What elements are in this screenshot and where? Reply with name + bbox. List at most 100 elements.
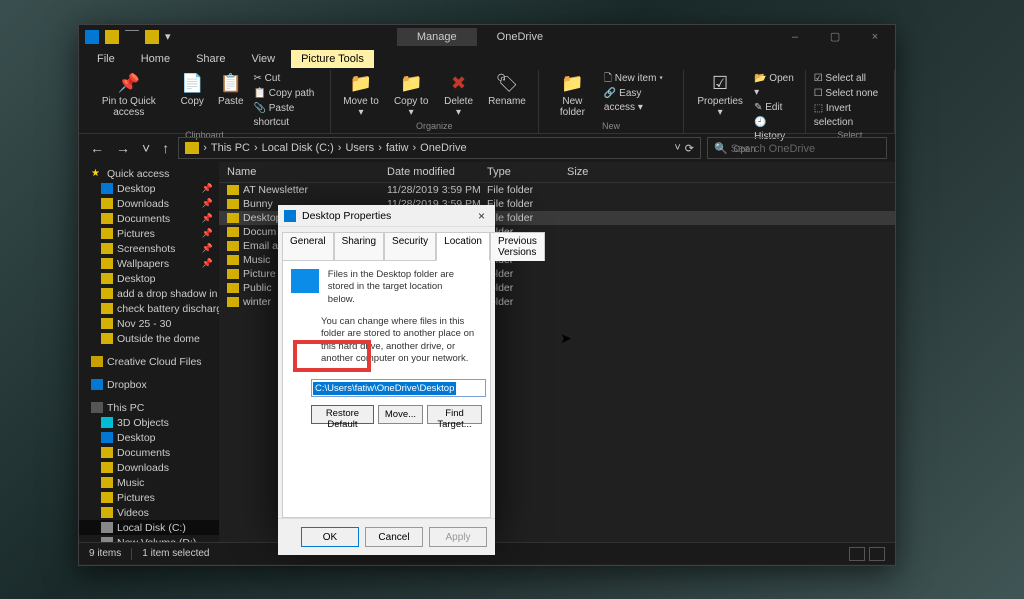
new-item-button[interactable]: 🗋 New item ▾ bbox=[604, 72, 675, 86]
move-to-button[interactable]: 📁Move to ▾ bbox=[339, 72, 384, 120]
paste-shortcut-button[interactable]: 📎 Paste shortcut bbox=[254, 102, 322, 130]
invert-selection-button[interactable]: ⬚ Invert selection bbox=[814, 102, 886, 130]
open-button[interactable]: 📂 Open ▾ bbox=[754, 72, 797, 100]
copy-to-button[interactable]: 📁Copy to ▾ bbox=[389, 72, 433, 120]
sidebar-item-localdisk[interactable]: Local Disk (C:) bbox=[79, 520, 219, 535]
ok-button[interactable]: OK bbox=[301, 527, 359, 547]
pin-quick-access-button[interactable]: 📌Pin to Quick access bbox=[87, 72, 171, 120]
ribbon-group-new: 📁New folder 🗋 New item ▾ 🔗 Easy access ▾… bbox=[539, 70, 684, 133]
sidebar-item-thispc[interactable]: This PC bbox=[79, 400, 219, 415]
context-tab-manage[interactable]: Manage bbox=[397, 28, 477, 46]
tab-home[interactable]: Home bbox=[131, 50, 180, 68]
paste-button[interactable]: 📋Paste bbox=[214, 72, 248, 109]
select-none-button[interactable]: ☐ Select none bbox=[814, 87, 886, 101]
sidebar-item-desktop2[interactable]: Desktop bbox=[79, 271, 219, 286]
up-button[interactable]: ↑ bbox=[159, 140, 172, 156]
tab-sharing[interactable]: Sharing bbox=[334, 232, 384, 261]
find-target-button[interactable]: Find Target... bbox=[427, 405, 482, 424]
move-button[interactable]: Move... bbox=[378, 405, 423, 424]
titlebar[interactable]: ▾ Manage OneDrive – ▢ × bbox=[79, 25, 895, 48]
rename-button[interactable]: 🏷Rename bbox=[484, 72, 530, 109]
properties-dialog: Desktop Properties × General Sharing Sec… bbox=[278, 205, 495, 530]
dialog-tabs: General Sharing Security Location Previo… bbox=[278, 227, 495, 260]
folder-icon bbox=[105, 30, 119, 44]
sidebar-item-dropshadow[interactable]: add a drop shadow in Pain bbox=[79, 286, 219, 301]
tab-view[interactable]: View bbox=[241, 50, 285, 68]
tab-file[interactable]: File bbox=[87, 50, 125, 68]
close-button[interactable]: × bbox=[855, 25, 895, 48]
properties-button[interactable]: ☑Properties ▾ bbox=[692, 72, 748, 120]
select-all-button[interactable]: ☑ Select all bbox=[814, 72, 886, 86]
new-folder-button[interactable]: 📁New folder bbox=[547, 72, 598, 120]
navigation-pane[interactable]: ★Quick access Desktop📌 Downloads📌 Docume… bbox=[79, 162, 219, 542]
tab-security[interactable]: Security bbox=[384, 232, 436, 261]
sidebar-item-music3[interactable]: Music bbox=[79, 475, 219, 490]
sidebar-item-pictures3[interactable]: Pictures bbox=[79, 490, 219, 505]
sidebar-item-quick[interactable]: ★Quick access bbox=[79, 166, 219, 181]
sidebar-item-screenshots[interactable]: Screenshots📌 bbox=[79, 241, 219, 256]
file-row[interactable]: AT Newsletter11/28/2019 3:59 PMFile fold… bbox=[219, 183, 895, 197]
apply-button[interactable]: Apply bbox=[429, 527, 487, 547]
column-headers[interactable]: Name Date modified Type Size bbox=[219, 162, 895, 183]
forward-button[interactable]: → bbox=[113, 140, 133, 156]
crumb-this-pc[interactable]: This PC bbox=[211, 142, 250, 154]
sidebar-item-creative[interactable]: Creative Cloud Files bbox=[79, 354, 219, 369]
restore-default-button[interactable]: Restore Default bbox=[311, 405, 374, 424]
back-button[interactable]: ← bbox=[87, 140, 107, 156]
sidebar-item-downloads3[interactable]: Downloads bbox=[79, 460, 219, 475]
sidebar-item-documents[interactable]: Documents📌 bbox=[79, 211, 219, 226]
copy-path-button[interactable]: 📋 Copy path bbox=[254, 87, 322, 101]
sidebar-item-videos3[interactable]: Videos bbox=[79, 505, 219, 520]
recent-locations-button[interactable]: ˅ bbox=[139, 140, 153, 156]
column-type[interactable]: Type bbox=[487, 166, 567, 178]
menu-tabs: File Home Share View Picture Tools bbox=[79, 48, 895, 70]
folder-icon bbox=[185, 142, 199, 154]
location-folder-icon bbox=[291, 269, 319, 293]
sidebar-item-dropbox[interactable]: Dropbox bbox=[79, 377, 219, 392]
dialog-title: Desktop Properties bbox=[302, 210, 474, 222]
location-path-input[interactable]: C:\Users\fatiw\OneDrive\Desktop bbox=[311, 379, 486, 397]
sidebar-item-battery[interactable]: check battery discharge rat bbox=[79, 301, 219, 316]
sidebar-item-documents3[interactable]: Documents bbox=[79, 445, 219, 460]
search-input[interactable]: 🔍 Search OneDrive bbox=[707, 137, 887, 159]
tab-picture-tools[interactable]: Picture Tools bbox=[291, 50, 374, 68]
tab-share[interactable]: Share bbox=[186, 50, 235, 68]
tab-general[interactable]: General bbox=[282, 232, 334, 261]
folder-icon bbox=[145, 30, 159, 44]
sidebar-item-desktop3[interactable]: Desktop bbox=[79, 430, 219, 445]
sidebar-item-nov[interactable]: Nov 25 - 30 bbox=[79, 316, 219, 331]
cancel-button[interactable]: Cancel bbox=[365, 527, 423, 547]
crumb-fatiw[interactable]: fatiw bbox=[386, 142, 409, 154]
breadcrumb[interactable]: › This PC › Local Disk (C:) › Users › fa… bbox=[178, 137, 701, 159]
quick-launch: ▾ bbox=[79, 30, 185, 44]
column-date[interactable]: Date modified bbox=[387, 166, 487, 178]
refresh-button[interactable]: ⟳ bbox=[685, 142, 694, 155]
sidebar-item-pictures[interactable]: Pictures📌 bbox=[79, 226, 219, 241]
crumb-users[interactable]: Users bbox=[345, 142, 374, 154]
cut-button[interactable]: ✂ Cut bbox=[254, 72, 322, 86]
ribbon-group-select: ☑ Select all ☐ Select none ⬚ Invert sele… bbox=[806, 70, 895, 133]
view-mode-buttons[interactable] bbox=[849, 547, 885, 561]
edit-button[interactable]: ✎ Edit bbox=[754, 101, 797, 115]
crumb-onedrive[interactable]: OneDrive bbox=[420, 142, 466, 154]
address-bar-row: ← → ˅ ↑ › This PC › Local Disk (C:) › Us… bbox=[79, 134, 895, 162]
tab-previous-versions[interactable]: Previous Versions bbox=[490, 232, 545, 261]
sidebar-item-newvolume[interactable]: New Volume (D:) bbox=[79, 535, 219, 542]
easy-access-button[interactable]: 🔗 Easy access ▾ bbox=[604, 87, 675, 115]
sidebar-item-desktop[interactable]: Desktop📌 bbox=[79, 181, 219, 196]
tab-location[interactable]: Location bbox=[436, 232, 490, 261]
column-size[interactable]: Size bbox=[567, 166, 627, 178]
minimize-button[interactable]: – bbox=[775, 25, 815, 48]
sidebar-item-downloads[interactable]: Downloads📌 bbox=[79, 196, 219, 211]
column-name[interactable]: Name bbox=[227, 166, 387, 178]
sidebar-item-3dobjects[interactable]: 3D Objects bbox=[79, 415, 219, 430]
sidebar-item-wallpapers[interactable]: Wallpapers📌 bbox=[79, 256, 219, 271]
delete-button[interactable]: ✖Delete ▾ bbox=[439, 72, 478, 120]
maximize-button[interactable]: ▢ bbox=[815, 25, 855, 48]
copy-button[interactable]: 📄Copy bbox=[177, 72, 208, 109]
status-item-count: 9 items bbox=[89, 548, 121, 559]
crumb-local-disk[interactable]: Local Disk (C:) bbox=[262, 142, 334, 154]
sidebar-item-dome[interactable]: Outside the dome bbox=[79, 331, 219, 346]
dialog-titlebar[interactable]: Desktop Properties × bbox=[278, 205, 495, 227]
dialog-close-button[interactable]: × bbox=[474, 209, 489, 223]
